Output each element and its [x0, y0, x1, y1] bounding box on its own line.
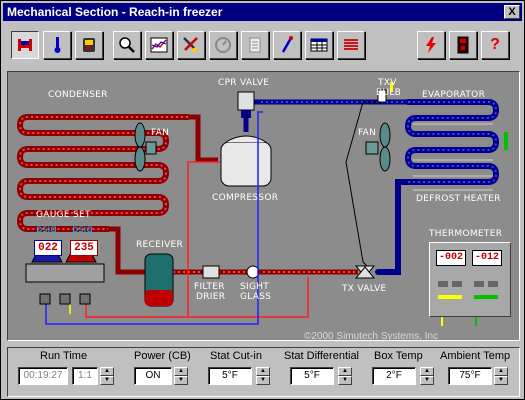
window-title: Mechanical Section - Reach-in freezer [7, 5, 223, 19]
bed-icon[interactable] [11, 31, 39, 59]
speed-field[interactable]: 1:1 [72, 367, 98, 385]
txv-capillary [345, 101, 383, 268]
compressor-shape [220, 135, 272, 187]
magnifier-icon[interactable] [113, 31, 141, 59]
stat-cutin-spinner[interactable]: ▲ ▼ [256, 367, 270, 385]
graph-icon[interactable] [145, 31, 173, 59]
compressor-label: COMPRESSOR [212, 193, 279, 203]
cpr-valve-label: CPR VALVE [218, 78, 270, 88]
low-gauge-unit: psig [36, 224, 57, 235]
discharge-line [188, 114, 218, 163]
power-field[interactable]: ON [134, 367, 172, 385]
table-icon[interactable] [305, 31, 333, 59]
run-time-field: 00:19:27 [18, 367, 68, 385]
receiver-tank [144, 253, 174, 307]
filter-label: FILTER [194, 282, 225, 292]
drier-label: DRIER [196, 292, 226, 302]
box-temp-spinner[interactable]: ▲ ▼ [420, 367, 434, 385]
filter-drier-shape [202, 265, 220, 279]
box-temp-field[interactable]: 2°F [372, 367, 416, 385]
help-icon-glyph: ? [490, 36, 500, 53]
evaporator-label: EVAPORATOR [422, 90, 486, 100]
ambient-temp-label: Ambient Temp [440, 350, 511, 362]
box-temp-label: Box Temp [374, 350, 423, 362]
probe-icon[interactable] [273, 31, 301, 59]
device-icon[interactable] [449, 31, 477, 59]
high-pressure-gauge: 235 [70, 240, 98, 256]
help-icon[interactable]: ? [481, 31, 509, 59]
title-bar: Mechanical Section - Reach-in freezer X [3, 3, 522, 21]
lightning-icon[interactable] [417, 31, 445, 59]
document-icon[interactable] [241, 31, 269, 59]
close-button[interactable]: X [504, 5, 520, 19]
tx-valve-shape [354, 265, 376, 279]
meter-icon[interactable] [75, 31, 103, 59]
ambient-temp-field[interactable]: 75°F [448, 367, 492, 385]
condenser-label: CONDENSER [48, 90, 108, 100]
condenser-fan-label: FAN [151, 128, 170, 138]
thermometer-icon[interactable] [43, 31, 71, 59]
thermometer-lead-yellow [438, 295, 462, 299]
power-label: Power (CB) [134, 350, 191, 362]
stat-differential-spinner[interactable]: ▲ ▼ [338, 367, 352, 385]
gauge-set-label: GAUGE SET [36, 210, 91, 220]
thermometer-port-4 [488, 281, 498, 287]
high-gauge-unit: psig [72, 224, 93, 235]
liquid-line [108, 226, 151, 275]
heater-icon[interactable] [337, 31, 365, 59]
tools-icon[interactable] [177, 31, 205, 59]
evaporator-fan-label: FAN [358, 128, 377, 138]
speed-spinner[interactable]: ▲ ▼ [100, 367, 114, 385]
ambient-temp-spinner[interactable]: ▲ ▼ [494, 367, 508, 385]
stat-cutin-field[interactable]: 5°F [208, 367, 252, 385]
defrost-heater-label: DEFROST HEATER [416, 194, 501, 204]
thermometer-port-1 [438, 281, 448, 287]
thermometer-reading-1: -002 [436, 250, 466, 266]
stat-differential-label: Stat Differential [284, 350, 360, 362]
tx-valve-label: TX VALVE [342, 284, 387, 294]
controls-panel: Run Time 00:19:27 1:1 ▲ ▼ Power (CB) ON ▲… [7, 347, 520, 397]
txv-bulb-label-2: BULB [376, 88, 402, 98]
sight-label: SIGHT [240, 282, 270, 292]
txv-bulb-label-1: TXV [378, 78, 397, 88]
thermometer-lead-green [474, 295, 498, 299]
low-pressure-gauge: 022 [34, 240, 62, 256]
thermometer-port-2 [452, 281, 462, 287]
copyright-text: ©2000 Simutech Systems, Inc [304, 331, 439, 342]
stat-cutin-label: Stat Cut-in [210, 350, 262, 362]
gauge-dial-icon[interactable] [209, 31, 237, 59]
glass-label: GLASS [240, 292, 272, 302]
power-spinner[interactable]: ▲ ▼ [174, 367, 188, 385]
thermometer-panel: -002 -012 [429, 242, 511, 317]
refrigeration-diagram: CONDENSER FAN CPR VALVE TXV BULB EVAPORA… [7, 71, 520, 342]
toolbar: ? [5, 27, 520, 65]
thermometer-label: THERMOMETER [429, 229, 503, 239]
run-time-label: Run Time [40, 350, 88, 362]
cpr-valve [237, 91, 255, 118]
receiver-label: RECEIVER [136, 240, 184, 250]
sight-glass-shape [246, 265, 260, 279]
app-window: Mechanical Section - Reach-in freezer X [0, 0, 525, 400]
thermometer-port-3 [474, 281, 484, 287]
stat-differential-field[interactable]: 5°F [290, 367, 334, 385]
thermometer-reading-2: -012 [472, 250, 502, 266]
